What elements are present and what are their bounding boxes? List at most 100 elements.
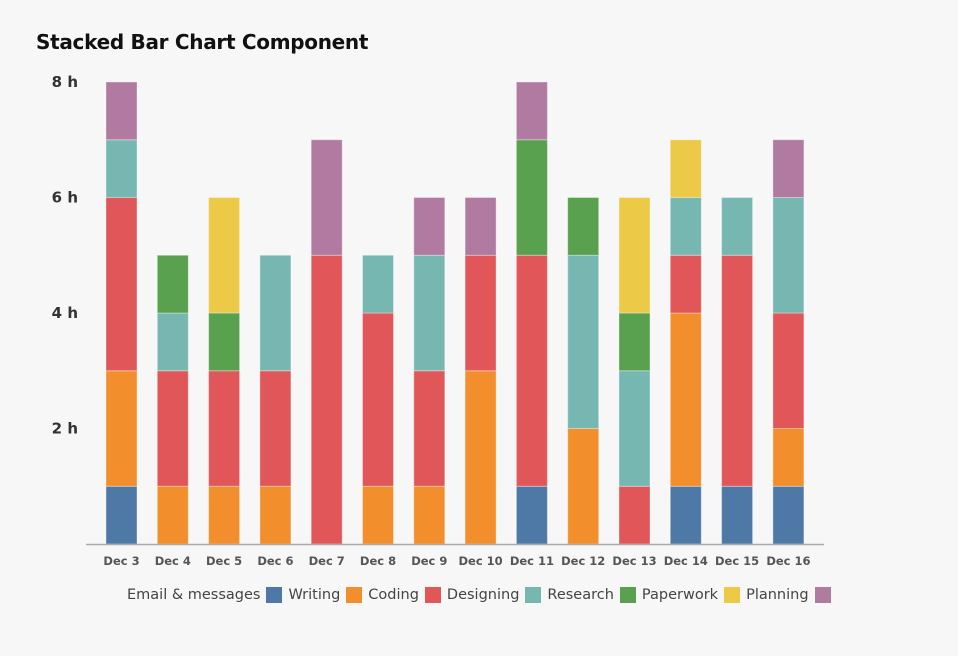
legend-item[interactable]: Paperwork	[641, 587, 741, 603]
bar-segment[interactable]: Dec 3 — Email & messages: 1 h	[105, 485, 138, 545]
bar-segment[interactable]: Dec 15 — Coding: 4 h	[721, 254, 754, 487]
bar-stack: Dec 7 — Coding: 5 hDec 7 — Planning: 2 h	[310, 139, 343, 545]
bar-stack: Dec 8 — Writing: 1 hDec 8 — Coding: 3 hD…	[362, 254, 394, 545]
bar-segment[interactable]: Dec 10 — Coding: 2 h	[464, 254, 497, 372]
bar-segment[interactable]: Dec 9 — Designing: 2 h	[413, 254, 446, 372]
bar-segment[interactable]: Dec 4 — Coding: 2 h	[156, 370, 189, 487]
legend-label: Research	[547, 587, 614, 603]
x-tick-label: Dec 15	[715, 554, 759, 568]
x-axis: Dec 3 Dec 4 Dec 5 Dec 6 Dec 7 Dec 8 Dec 9 Dec 1…	[103, 554, 810, 568]
bar-segment[interactable]: Dec 8 — Coding: 3 h	[362, 312, 394, 487]
bar-segment[interactable]: Dec 6 — Writing: 1 h	[259, 485, 292, 545]
y-tick-label: 6 h	[52, 189, 78, 207]
bar-segment[interactable]: Dec 14 — Paperwork: 1 h	[669, 139, 702, 198]
bar-segment[interactable]: Dec 16 — Writing: 1 h	[772, 428, 805, 487]
bar-segment[interactable]: Dec 14 — Coding: 1 h	[669, 254, 702, 314]
bar-stack: Dec 13 — Coding: 1 hDec 13 — Designing: …	[618, 197, 651, 545]
bar-segment[interactable]: Dec 10 — Writing: 3 h	[464, 370, 497, 545]
bar-segment[interactable]: Dec 11 — Coding: 4 h	[515, 254, 548, 487]
legend-label: Email & messages	[127, 587, 261, 603]
legend-item[interactable]: Writing	[288, 587, 363, 603]
bar-segment[interactable]: Dec 10 — Planning: 1 h	[464, 197, 497, 256]
bar-segment[interactable]: Dec 14 — Writing: 3 h	[669, 312, 702, 487]
legend-swatch	[424, 587, 441, 603]
bar-segment[interactable]: Dec 12 — Research: 1 h	[567, 197, 600, 256]
x-tick-label: Dec 3	[103, 554, 139, 568]
bar-segment[interactable]: Dec 9 — Coding: 2 h	[413, 370, 446, 487]
legend-swatch	[814, 587, 831, 603]
bar-stack: Dec 3 — Email & messages: 1 hDec 3 — Wri…	[105, 81, 138, 545]
bar-segment[interactable]: Dec 4 — Designing: 1 h	[156, 312, 189, 372]
bar-segment[interactable]: Dec 4 — Research: 1 h	[156, 254, 189, 314]
legend-swatch	[724, 587, 741, 603]
bar-segment[interactable]: Dec 13 — Designing: 2 h	[618, 370, 651, 487]
bar-segment[interactable]: Dec 7 — Planning: 2 h	[310, 139, 343, 256]
bar-segment[interactable]: Dec 8 — Writing: 1 h	[362, 485, 394, 545]
bar-stack: Dec 15 — Email & messages: 1 hDec 15 — C…	[721, 197, 754, 545]
bar-segment[interactable]: Dec 12 — Designing: 3 h	[567, 254, 600, 429]
bar-segment[interactable]: Dec 4 — Writing: 1 h	[156, 485, 189, 545]
bar-segment[interactable]: Dec 7 — Coding: 5 h	[310, 254, 343, 545]
bar-stack: Dec 14 — Email & messages: 1 hDec 14 — W…	[669, 139, 702, 545]
bar-segment[interactable]: Dec 5 — Coding: 2 h	[208, 370, 241, 487]
x-tick-label: Dec 14	[664, 554, 708, 568]
bar-segment[interactable]: Dec 16 — Designing: 2 h	[772, 197, 805, 314]
legend-label: Coding	[368, 587, 419, 603]
bar-segment[interactable]: Dec 15 — Designing: 1 h	[721, 197, 754, 256]
legend-label: Writing	[288, 587, 341, 603]
bar-segment[interactable]: Dec 11 — Planning: 1 h	[515, 81, 548, 141]
bar-stack: Dec 11 — Email & messages: 1 hDec 11 — C…	[515, 81, 548, 545]
bar-segment[interactable]: Dec 3 — Coding: 3 h	[105, 197, 138, 372]
bar-segment[interactable]: Dec 3 — Designing: 1 h	[105, 139, 138, 198]
bar-segment[interactable]: Dec 5 — Paperwork: 2 h	[208, 197, 241, 314]
bar-segment[interactable]: Dec 3 — Writing: 2 h	[105, 370, 138, 487]
bar-stack: Dec 12 — Writing: 2 hDec 12 — Designing:…	[567, 197, 600, 545]
bar-segment[interactable]: Dec 5 — Research: 1 h	[208, 312, 241, 372]
bar-segment[interactable]: Dec 12 — Writing: 2 h	[567, 428, 600, 545]
legend-item[interactable]: Email & messages	[127, 587, 283, 603]
bar-segment[interactable]: Dec 11 — Email & messages: 1 h	[515, 485, 548, 545]
bars-layer: Dec 3 — Email & messages: 1 hDec 3 — Wri…	[105, 81, 805, 545]
x-tick-label: Dec 4	[155, 554, 191, 568]
bar-segment[interactable]: Dec 8 — Designing: 1 h	[362, 254, 394, 314]
legend-swatch	[266, 587, 283, 603]
legend-item[interactable]: Designing	[447, 587, 542, 603]
bar-segment[interactable]: Dec 9 — Planning: 1 h	[413, 197, 446, 256]
bar-segment[interactable]: Dec 13 — Coding: 1 h	[618, 485, 651, 545]
legend-item[interactable]: Planning	[746, 587, 831, 603]
x-tick-label: Dec 6	[257, 554, 293, 568]
x-tick-label: Dec 11	[510, 554, 554, 568]
legend-item[interactable]: Research	[547, 587, 636, 603]
bar-segment[interactable]: Dec 13 — Research: 1 h	[618, 312, 651, 372]
bar-segment[interactable]: Dec 5 — Writing: 1 h	[208, 485, 241, 545]
bar-segment[interactable]: Dec 16 — Coding: 2 h	[772, 312, 805, 429]
x-tick-label: Dec 10	[459, 554, 503, 568]
bar-segment[interactable]: Dec 11 — Research: 2 h	[515, 139, 548, 256]
x-tick-label: Dec 7	[309, 554, 345, 568]
legend: Email & messages Writing Coding Designing Re…	[127, 587, 837, 603]
legend-label: Paperwork	[641, 587, 719, 603]
x-tick-label: Dec 16	[766, 554, 810, 568]
bar-segment[interactable]: Dec 13 — Paperwork: 2 h	[618, 197, 651, 314]
legend-label: Planning	[746, 587, 809, 603]
bar-segment[interactable]: Dec 14 — Designing: 1 h	[669, 197, 702, 256]
legend-swatch	[619, 587, 636, 603]
bar-stack: Dec 5 — Writing: 1 hDec 5 — Coding: 2 hD…	[208, 197, 241, 545]
y-tick-label: 8 h	[52, 73, 78, 91]
bar-segment[interactable]: Dec 16 — Planning: 1 h	[772, 139, 805, 198]
legend-swatch	[525, 587, 542, 603]
bar-segment[interactable]: Dec 16 — Email & messages: 1 h	[772, 485, 805, 545]
bar-segment[interactable]: Dec 14 — Email & messages: 1 h	[669, 485, 702, 545]
x-tick-label: Dec 5	[206, 554, 242, 568]
bar-stack: Dec 6 — Writing: 1 hDec 6 — Coding: 2 hD…	[259, 254, 292, 545]
bar-segment[interactable]: Dec 15 — Email & messages: 1 h	[721, 485, 754, 545]
bar-segment[interactable]: Dec 6 — Coding: 2 h	[259, 370, 292, 487]
y-axis: 2 h 4 h 6 h 8 h	[52, 73, 78, 438]
bar-segment[interactable]: Dec 6 — Designing: 2 h	[259, 254, 292, 372]
bar-stack: Dec 10 — Writing: 3 hDec 10 — Coding: 2 …	[464, 197, 497, 545]
legend-swatch	[346, 587, 363, 603]
bar-segment[interactable]: Dec 9 — Writing: 1 h	[413, 485, 446, 545]
y-tick-label: 2 h	[52, 420, 78, 438]
bar-segment[interactable]: Dec 3 — Planning: 1 h	[105, 81, 138, 141]
legend-item[interactable]: Coding	[368, 587, 441, 603]
